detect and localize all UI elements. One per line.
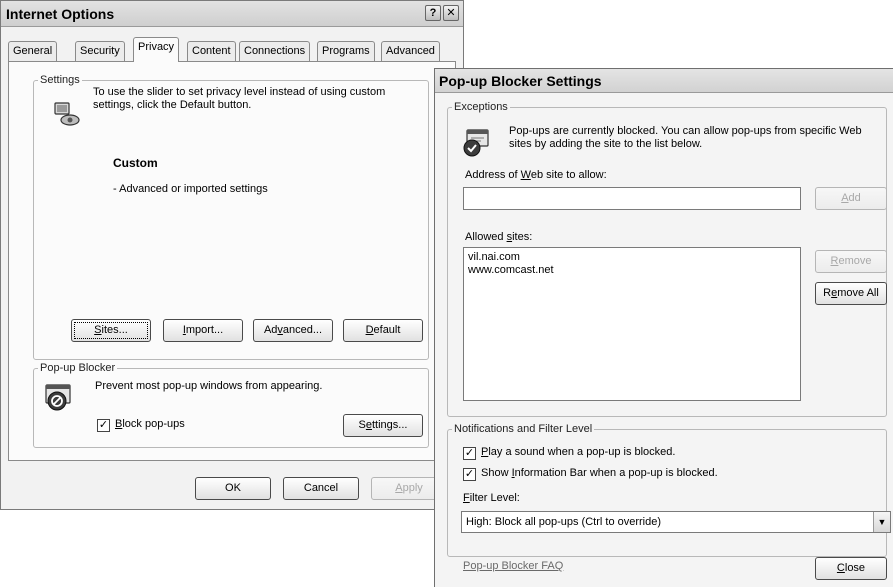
popup-blocker-legend: Pop-up Blocker bbox=[40, 362, 116, 374]
filter-level-label: Filter Level: bbox=[463, 492, 520, 504]
block-popups-label[interactable]: Block pop-ups bbox=[115, 418, 185, 430]
tab-content[interactable]: Content bbox=[187, 41, 236, 61]
tab-privacy[interactable]: Privacy bbox=[133, 37, 180, 62]
default-button[interactable]: Default bbox=[343, 319, 423, 342]
privacy-computer-icon bbox=[54, 102, 80, 126]
popup-settings-titlebar[interactable]: Pop-up Blocker Settings bbox=[435, 69, 893, 93]
privacy-tab-panel: Settings To use the slider to set privac… bbox=[8, 61, 456, 461]
privacy-level-desc: - Advanced or imported settings bbox=[113, 183, 268, 195]
notifications-legend: Notifications and Filter Level bbox=[454, 423, 593, 435]
exceptions-legend: Exceptions bbox=[454, 101, 508, 113]
list-item[interactable]: www.comcast.net bbox=[468, 264, 796, 277]
allowed-sites-label: Allowed sites: bbox=[465, 231, 533, 243]
cancel-button[interactable]: Cancel bbox=[283, 477, 359, 500]
add-button[interactable]: Add bbox=[815, 187, 887, 210]
remove-button[interactable]: Remove bbox=[815, 250, 887, 273]
help-icon[interactable]: ? bbox=[425, 5, 441, 21]
tab-connections[interactable]: Connections bbox=[239, 41, 311, 61]
allowed-sites-list[interactable]: vil.nai.com www.comcast.net bbox=[463, 247, 801, 401]
tab-programs[interactable]: Programs bbox=[317, 41, 375, 61]
filter-level-select[interactable]: High: Block all pop-ups (Ctrl to overrid… bbox=[461, 511, 891, 533]
filter-level-value: High: Block all pop-ups (Ctrl to overrid… bbox=[466, 516, 662, 528]
settings-group: Settings bbox=[33, 74, 429, 360]
play-sound-label[interactable]: Play a sound when a pop-up is blocked. bbox=[481, 446, 675, 458]
block-popups-checkbox[interactable]: ✓ bbox=[97, 419, 110, 432]
ok-button[interactable]: OK bbox=[195, 477, 271, 500]
popup-blocker-icon bbox=[45, 384, 71, 411]
internet-options-titlebar[interactable]: Internet Options ? ✕ bbox=[1, 1, 463, 27]
settings-legend: Settings bbox=[40, 74, 80, 86]
exceptions-description: Pop-ups are currently blocked. You can a… bbox=[509, 125, 862, 150]
popup-settings-button[interactable]: Settings... bbox=[343, 414, 423, 437]
advanced-button[interactable]: Advanced... bbox=[253, 319, 333, 342]
privacy-description: To use the slider to set privacy level i… bbox=[93, 86, 386, 111]
popup-blocker-faq-link[interactable]: Pop-up Blocker FAQ bbox=[463, 560, 563, 572]
internet-options-window: Internet Options ? ✕ General Security Pr… bbox=[0, 0, 464, 510]
chevron-down-icon[interactable]: ▼ bbox=[873, 512, 890, 532]
list-item[interactable]: vil.nai.com bbox=[468, 251, 796, 264]
remove-all-button[interactable]: Remove All bbox=[815, 282, 887, 305]
tab-advanced[interactable]: Advanced bbox=[381, 41, 440, 61]
popup-blocker-description: Prevent most pop-up windows from appeari… bbox=[95, 380, 323, 392]
address-label: Address of Web site to allow: bbox=[465, 169, 607, 181]
privacy-level-name: Custom bbox=[113, 156, 158, 170]
import-button[interactable]: Import... bbox=[163, 319, 243, 342]
show-info-bar-label[interactable]: Show Information Bar when a pop-up is bl… bbox=[481, 467, 718, 479]
window-title: Internet Options bbox=[6, 6, 115, 22]
show-info-bar-checkbox[interactable]: ✓ bbox=[463, 468, 476, 481]
close-button[interactable]: Close bbox=[815, 557, 887, 580]
tab-general[interactable]: General bbox=[8, 41, 58, 61]
popup-blocker-settings-window: Pop-up Blocker Settings Exceptions Pop-u… bbox=[434, 68, 893, 587]
popup-settings-title: Pop-up Blocker Settings bbox=[439, 73, 602, 89]
tab-security[interactable]: Security bbox=[75, 41, 125, 61]
close-icon[interactable]: ✕ bbox=[443, 5, 459, 21]
notifications-group: Notifications and Filter Level bbox=[447, 423, 887, 557]
play-sound-checkbox[interactable]: ✓ bbox=[463, 447, 476, 460]
popup-blocked-icon bbox=[463, 129, 489, 157]
address-input[interactable] bbox=[463, 187, 801, 210]
sites-button[interactable]: Sites... bbox=[71, 319, 151, 342]
